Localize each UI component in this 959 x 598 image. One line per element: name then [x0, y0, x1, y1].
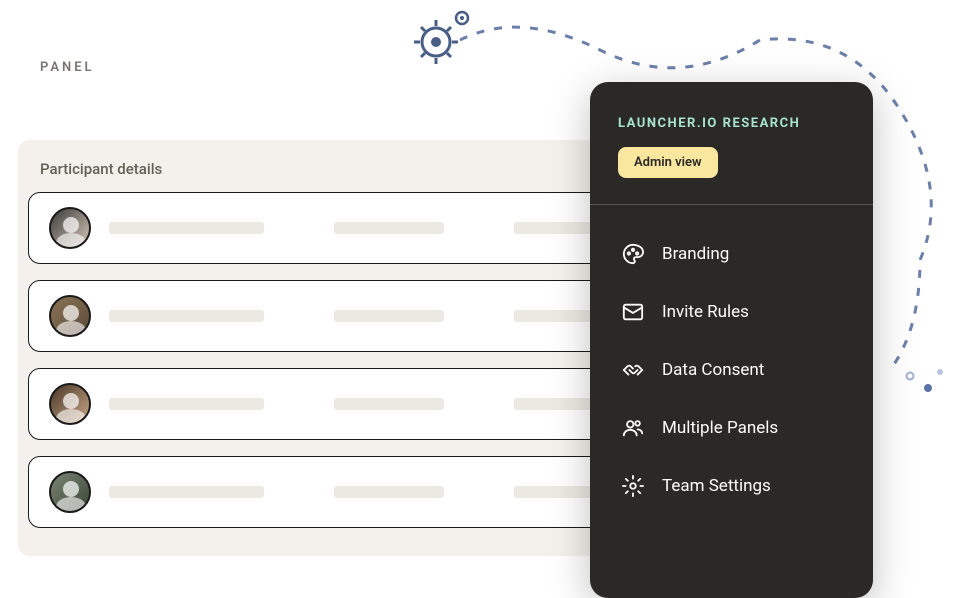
admin-menu: LAUNCHER.IO RESEARCH Admin view Branding…: [590, 82, 873, 598]
menu-item-label: Multiple Panels: [662, 418, 778, 438]
menu-title: LAUNCHER.IO RESEARCH: [618, 116, 845, 131]
menu-item-invite-rules[interactable]: Invite Rules: [618, 283, 845, 341]
menu-item-data-consent[interactable]: Data Consent: [618, 341, 845, 399]
avatar: [49, 383, 91, 425]
menu-item-label: Branding: [662, 244, 729, 264]
envelope-icon: [622, 301, 644, 323]
handshake-icon: [622, 359, 644, 381]
avatar: [49, 295, 91, 337]
users-icon: [622, 417, 644, 439]
menu-item-team-settings[interactable]: Team Settings: [618, 457, 845, 515]
avatar: [49, 207, 91, 249]
palette-icon: [622, 243, 644, 265]
menu-item-label: Team Settings: [662, 476, 771, 496]
panel-label: PANEL: [40, 60, 95, 75]
admin-view-badge: Admin view: [618, 147, 718, 178]
gear-icon: [622, 475, 644, 497]
menu-item-multiple-panels[interactable]: Multiple Panels: [618, 399, 845, 457]
menu-divider: [590, 204, 873, 205]
menu-item-label: Invite Rules: [662, 302, 749, 322]
avatar: [49, 471, 91, 513]
menu-item-label: Data Consent: [662, 360, 764, 380]
menu-item-branding[interactable]: Branding: [618, 225, 845, 283]
